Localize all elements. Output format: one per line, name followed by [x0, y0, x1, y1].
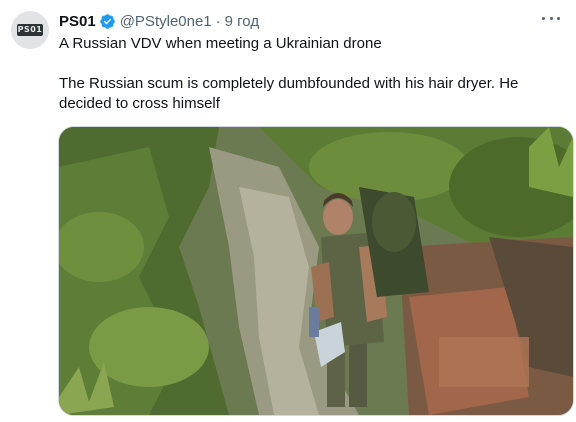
media-photo-illustration [59, 127, 573, 415]
tweet-card[interactable]: PS01 PS01 @PStyle0ne1 · 9 год A Russian … [0, 0, 576, 422]
verified-badge-icon [99, 13, 116, 30]
separator-dot: · [215, 12, 221, 30]
tweet-text-paragraph: The Russian scum is completely dumbfound… [59, 75, 519, 112]
avatar[interactable]: PS01 [11, 11, 49, 49]
display-name[interactable]: PS01 [59, 13, 96, 30]
tweet-header: PS01 @PStyle0ne1 · 9 год [59, 11, 259, 31]
tweet-text: A Russian VDV when meeting a Ukrainian d… [59, 34, 559, 114]
tweet-media-image[interactable] [58, 126, 574, 416]
avatar-logo: PS01 [17, 24, 43, 36]
user-handle[interactable]: @PStyle0ne1 [120, 13, 212, 30]
tweet-text-line: A Russian VDV when meeting a Ukrainian d… [59, 35, 382, 52]
more-options-icon[interactable] [542, 15, 560, 21]
timestamp[interactable]: 9 год [225, 13, 259, 30]
